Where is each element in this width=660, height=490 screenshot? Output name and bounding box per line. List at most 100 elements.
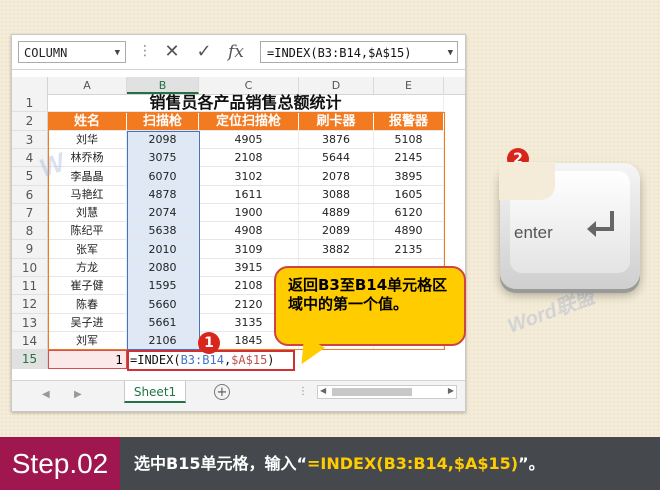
step-label: Step.02 bbox=[0, 437, 120, 490]
table-cell[interactable]: 1900 bbox=[199, 204, 299, 222]
row-header[interactable]: 10 bbox=[12, 259, 48, 277]
row-header[interactable]: 8 bbox=[12, 222, 48, 240]
formula-bar: COLUMN ▼ ⋮ ✕ ✓ fx =INDEX(B3:B14,$A$15) ▼ bbox=[12, 35, 465, 70]
row-header[interactable]: 9 bbox=[12, 240, 48, 259]
table-cell[interactable]: 5660 bbox=[127, 295, 199, 314]
instruction-footer: Step.02 选中B15单元格，输入“=INDEX(B3:B14,$A$15)… bbox=[0, 437, 660, 490]
table-cell[interactable]: 陈春 bbox=[48, 295, 127, 314]
table-cell[interactable]: 刘慧 bbox=[48, 204, 127, 222]
scroll-left-icon[interactable]: ◀ bbox=[320, 386, 326, 395]
table-cell[interactable]: 4908 bbox=[199, 222, 299, 240]
callout-bubble: 返回B3至B14单元格区域中的第一个值。 bbox=[274, 266, 466, 346]
table-cell[interactable]: 张军 bbox=[48, 240, 127, 259]
row-header[interactable]: 7 bbox=[12, 204, 48, 222]
table-cell[interactable]: 5644 bbox=[299, 149, 374, 167]
table-cell[interactable]: 3102 bbox=[199, 167, 299, 186]
table-cell[interactable]: 6070 bbox=[127, 167, 199, 186]
table-cell[interactable]: 4905 bbox=[199, 131, 299, 149]
table-cell[interactable]: 4889 bbox=[299, 204, 374, 222]
horizontal-scrollbar[interactable]: ◀ ▶ bbox=[317, 385, 457, 399]
row-header[interactable]: 2 bbox=[12, 112, 48, 131]
return-arrow-icon bbox=[587, 211, 614, 237]
check-icon[interactable]: ✓ bbox=[190, 39, 218, 65]
row-header[interactable]: 14 bbox=[12, 332, 48, 350]
table-cell[interactable]: 2089 bbox=[299, 222, 374, 240]
table-cell[interactable]: 2098 bbox=[127, 131, 199, 149]
column-title[interactable]: 姓名 bbox=[48, 112, 127, 131]
table-cell[interactable]: 2108 bbox=[199, 149, 299, 167]
formula-text: =INDEX(B3:B14,$A$15) bbox=[267, 46, 412, 60]
row-header[interactable]: 12 bbox=[12, 295, 48, 314]
table-cell[interactable]: 方龙 bbox=[48, 259, 127, 277]
formula-part-prefix: =INDEX( bbox=[130, 353, 181, 367]
table-cell[interactable]: 2080 bbox=[127, 259, 199, 277]
column-header-row: A B C D E bbox=[12, 77, 465, 95]
table-cell[interactable]: 4890 bbox=[374, 222, 444, 240]
row-header[interactable]: 6 bbox=[12, 186, 48, 204]
column-header-b[interactable]: B bbox=[127, 77, 199, 94]
table-cell[interactable]: 陈纪平 bbox=[48, 222, 127, 240]
table-cell[interactable]: 3876 bbox=[299, 131, 374, 149]
row-header[interactable]: 15 bbox=[12, 350, 48, 369]
splitter-handle-icon[interactable]: ⋮ bbox=[298, 386, 308, 397]
table-cell[interactable]: 3088 bbox=[299, 186, 374, 204]
table-cell[interactable]: 2010 bbox=[127, 240, 199, 259]
table-cell[interactable]: 5661 bbox=[127, 314, 199, 332]
enter-key-notch bbox=[499, 162, 555, 200]
scroll-right-icon[interactable]: ▶ bbox=[74, 389, 82, 400]
insert-function-button[interactable]: fx bbox=[222, 39, 250, 65]
column-title[interactable]: 报警器 bbox=[374, 112, 444, 131]
scrollbar-thumb[interactable] bbox=[332, 388, 412, 396]
column-header-c[interactable]: C bbox=[199, 77, 299, 94]
table-cell[interactable]: 2135 bbox=[374, 240, 444, 259]
table-cell[interactable]: 1595 bbox=[127, 277, 199, 295]
row-header[interactable]: 11 bbox=[12, 277, 48, 295]
select-all-corner[interactable] bbox=[12, 77, 48, 94]
formula-bar-grip-icon: ⋮ bbox=[138, 43, 152, 59]
table-cell[interactable]: 2106 bbox=[127, 332, 199, 350]
table-cell[interactable]: 3895 bbox=[374, 167, 444, 186]
column-title[interactable]: 定位扫描枪 bbox=[199, 112, 299, 131]
column-header-e[interactable]: E bbox=[374, 77, 444, 94]
table-cell[interactable]: 5638 bbox=[127, 222, 199, 240]
row-header[interactable]: 3 bbox=[12, 131, 48, 149]
add-sheet-icon[interactable]: + bbox=[214, 384, 230, 400]
sheet-title[interactable]: 销售员各产品销售总额统计 bbox=[48, 94, 444, 112]
table-cell[interactable]: 2145 bbox=[374, 149, 444, 167]
formula-input[interactable]: =INDEX(B3:B14,$A$15) ▼ bbox=[260, 41, 458, 63]
row-header[interactable]: 1 bbox=[12, 94, 48, 112]
name-box[interactable]: COLUMN ▼ bbox=[18, 41, 126, 63]
cell-a15[interactable]: 1 bbox=[48, 350, 127, 369]
table-cell[interactable]: 3075 bbox=[127, 149, 199, 167]
table-cell[interactable]: 崔子健 bbox=[48, 277, 127, 295]
table-cell[interactable]: 2078 bbox=[299, 167, 374, 186]
table-cell[interactable]: 刘军 bbox=[48, 332, 127, 350]
close-icon[interactable]: ✕ bbox=[158, 39, 186, 65]
table-cell[interactable]: 3109 bbox=[199, 240, 299, 259]
scroll-right-icon[interactable]: ▶ bbox=[448, 386, 454, 395]
table-cell[interactable]: 3882 bbox=[299, 240, 374, 259]
table-cell[interactable]: 马艳红 bbox=[48, 186, 127, 204]
scroll-left-icon[interactable]: ◀ bbox=[42, 389, 50, 400]
column-header-d[interactable]: D bbox=[299, 77, 374, 94]
chevron-down-icon[interactable]: ▼ bbox=[115, 42, 120, 64]
chevron-down-icon[interactable]: ▼ bbox=[448, 42, 453, 64]
step-desc-suffix: ”。 bbox=[518, 454, 545, 473]
enter-key-icon: enter bbox=[499, 162, 640, 289]
table-cell[interactable]: 4878 bbox=[127, 186, 199, 204]
column-title[interactable]: 刷卡器 bbox=[299, 112, 374, 131]
column-header-a[interactable]: A bbox=[48, 77, 127, 94]
column-title[interactable]: 扫描枪 bbox=[127, 112, 199, 131]
table-cell[interactable]: 2074 bbox=[127, 204, 199, 222]
table-cell[interactable]: 吴子进 bbox=[48, 314, 127, 332]
step-desc-prefix: 选中B15单元格，输入“ bbox=[134, 454, 307, 473]
table-cell[interactable]: 5108 bbox=[374, 131, 444, 149]
table-cell[interactable]: 6120 bbox=[374, 204, 444, 222]
step-description: 选中B15单元格，输入“=INDEX(B3:B14,$A$15)”。 bbox=[120, 437, 660, 490]
step-desc-formula: =INDEX(B3:B14,$A$15) bbox=[306, 454, 519, 473]
table-cell[interactable]: 刘华 bbox=[48, 131, 127, 149]
row-header[interactable]: 13 bbox=[12, 314, 48, 332]
tab-sheet1[interactable]: Sheet1 bbox=[124, 381, 186, 403]
table-cell[interactable]: 1611 bbox=[199, 186, 299, 204]
table-cell[interactable]: 1605 bbox=[374, 186, 444, 204]
